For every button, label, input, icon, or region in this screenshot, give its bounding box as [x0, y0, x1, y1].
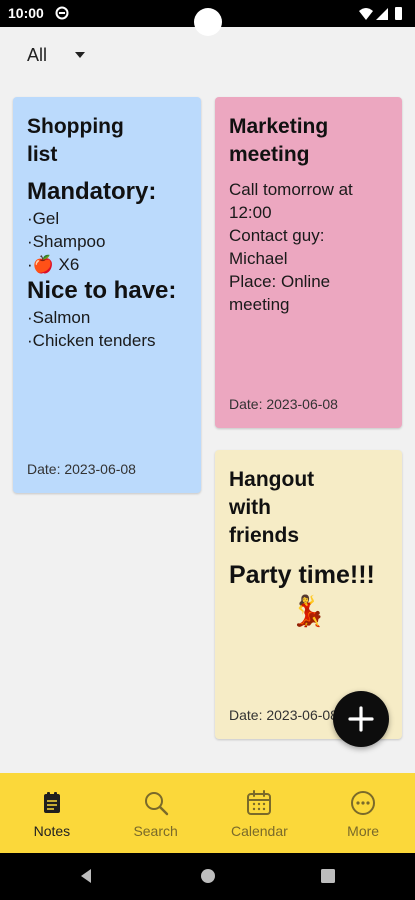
note-line: Call tomorrow at — [229, 180, 353, 199]
plus-icon — [348, 706, 374, 732]
back-icon[interactable] — [78, 868, 94, 884]
chevron-down-icon — [75, 52, 86, 58]
calendar-icon — [247, 790, 272, 815]
nav-item-search[interactable]: Search — [104, 773, 208, 853]
note-title: Shopping list — [27, 115, 124, 166]
nav-item-calendar[interactable]: Calendar — [208, 773, 312, 853]
note-title: Hangout with friends — [229, 468, 315, 547]
filter-dropdown[interactable]: All — [27, 44, 86, 66]
nav-item-notes[interactable]: Notes — [0, 773, 104, 853]
nav-label: Calendar — [230, 823, 288, 839]
note-line: ·Salmon — [27, 308, 91, 327]
nav-label: Search — [133, 823, 178, 839]
note-heading: Nice to have: — [27, 277, 177, 304]
more-icon — [351, 791, 376, 815]
note-line: ·Chicken tenders — [27, 331, 156, 350]
status-time: 10:00 — [8, 5, 44, 21]
note-title: Marketing meeting — [229, 115, 329, 166]
nav-label: Notes — [33, 823, 71, 839]
note-date: Date: 2023-06-08 — [27, 461, 136, 477]
note-card-shopping-list[interactable]: Shopping list Mandatory: ·Gel ·Shampoo ·… — [13, 97, 201, 493]
note-line: ·Gel — [27, 209, 60, 228]
note-date: Date: 2023-06-08 — [229, 707, 338, 723]
note-body: Call tomorrow at 12:00 Contact guy: Mich… — [229, 178, 388, 316]
note-line: meeting — [229, 295, 290, 314]
status-indicators — [359, 7, 402, 20]
search-icon — [144, 792, 168, 816]
note-line: Contact guy: — [229, 226, 325, 245]
nav-label: More — [347, 823, 380, 839]
dancer-emoji: 💃 — [289, 595, 328, 628]
battery-icon — [395, 7, 402, 20]
add-note-button[interactable] — [333, 691, 389, 747]
note-card-marketing-meeting[interactable]: Marketing meeting Call tomorrow at 12:00… — [215, 97, 402, 428]
wifi-icon — [359, 8, 373, 20]
note-line: ·🍎 X6 — [27, 255, 80, 274]
app-notification-icon — [55, 6, 69, 20]
bottom-navigation: Notes Search Calendar More — [0, 773, 415, 853]
signal-icon — [376, 8, 388, 20]
note-line: ·Shampoo — [27, 232, 106, 251]
note-line: Place: Online — [229, 272, 331, 291]
note-heading: Party time!!! — [229, 561, 375, 589]
filter-label: All — [27, 44, 48, 65]
home-icon[interactable] — [200, 868, 216, 884]
recents-icon[interactable] — [320, 868, 336, 884]
camera-cutout — [194, 8, 222, 36]
note-line: Michael — [229, 249, 288, 268]
system-navigation-bar — [0, 853, 415, 900]
notes-icon — [43, 792, 60, 813]
nav-item-more[interactable]: More — [311, 773, 415, 853]
note-date: Date: 2023-06-08 — [229, 396, 338, 412]
note-line: 12:00 — [229, 203, 272, 222]
note-heading: Mandatory: — [27, 178, 157, 205]
